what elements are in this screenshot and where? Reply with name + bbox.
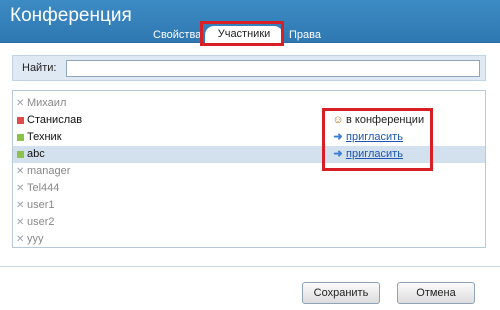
x-mark-icon: ✕ <box>16 183 25 194</box>
x-mark-icon: ✕ <box>16 234 25 245</box>
people-icon: ☺ <box>332 114 344 126</box>
participant-name: Tel444 <box>27 182 60 194</box>
list-item[interactable]: Техник ➜ пригласить <box>13 129 485 146</box>
footer-divider <box>0 266 500 267</box>
status-online-icon <box>17 134 24 141</box>
participant-name: Станислав <box>27 114 83 126</box>
participant-name: user1 <box>27 199 55 211</box>
list-item[interactable]: ✕ user2 <box>13 214 485 231</box>
action-label: пригласить <box>346 148 403 160</box>
search-input[interactable] <box>66 60 480 77</box>
search-bar: Найти: <box>12 55 486 81</box>
invite-link[interactable]: ➜ пригласить <box>332 148 403 161</box>
participant-name: Михаил <box>27 97 67 109</box>
participant-name: abc <box>27 148 45 160</box>
list-item[interactable]: abc ➜ пригласить <box>13 146 485 163</box>
list-item[interactable]: ✕ user1 <box>13 197 485 214</box>
cancel-button[interactable]: Отмена <box>397 282 475 304</box>
list-item[interactable]: ✕ manager <box>13 163 485 180</box>
list-item[interactable]: ✕ yyy <box>13 231 485 248</box>
list-item[interactable]: ✕ Михаил <box>13 95 485 112</box>
arrow-right-icon: ➜ <box>333 131 343 143</box>
arrow-right-icon: ➜ <box>333 148 343 160</box>
tab-properties[interactable]: Свойства <box>153 27 201 43</box>
tab-bar: Свойства Участники Права <box>0 25 500 44</box>
tab-rights[interactable]: Права <box>289 27 321 43</box>
participant-name: user2 <box>27 216 55 228</box>
participant-name: yyy <box>27 233 44 245</box>
action-label: в конференции <box>346 114 425 126</box>
x-mark-icon: ✕ <box>16 98 25 109</box>
participant-name: manager <box>27 165 71 177</box>
list-item[interactable]: ✕ Tel444 <box>13 180 485 197</box>
tab-participants[interactable]: Участники <box>205 26 283 44</box>
dialog-header: Конференция Свойства Участники Права <box>0 0 500 44</box>
list-item[interactable]: Станислав ☺ в конференции <box>13 112 485 129</box>
x-mark-icon: ✕ <box>16 166 25 177</box>
participants-list: ✕ Михаил Станислав ☺ в конференции Техник… <box>12 90 486 248</box>
x-mark-icon: ✕ <box>16 217 25 228</box>
in-conference-status: ☺ в конференции <box>332 114 424 127</box>
dialog-title: Конференция <box>10 5 132 26</box>
status-online-icon <box>17 151 24 158</box>
x-mark-icon: ✕ <box>16 200 25 211</box>
action-label: пригласить <box>346 131 403 143</box>
invite-link[interactable]: ➜ пригласить <box>332 131 403 144</box>
status-busy-icon <box>17 117 24 124</box>
participant-name: Техник <box>27 131 62 143</box>
save-button[interactable]: Сохранить <box>302 282 380 304</box>
search-label: Найти: <box>22 62 57 74</box>
